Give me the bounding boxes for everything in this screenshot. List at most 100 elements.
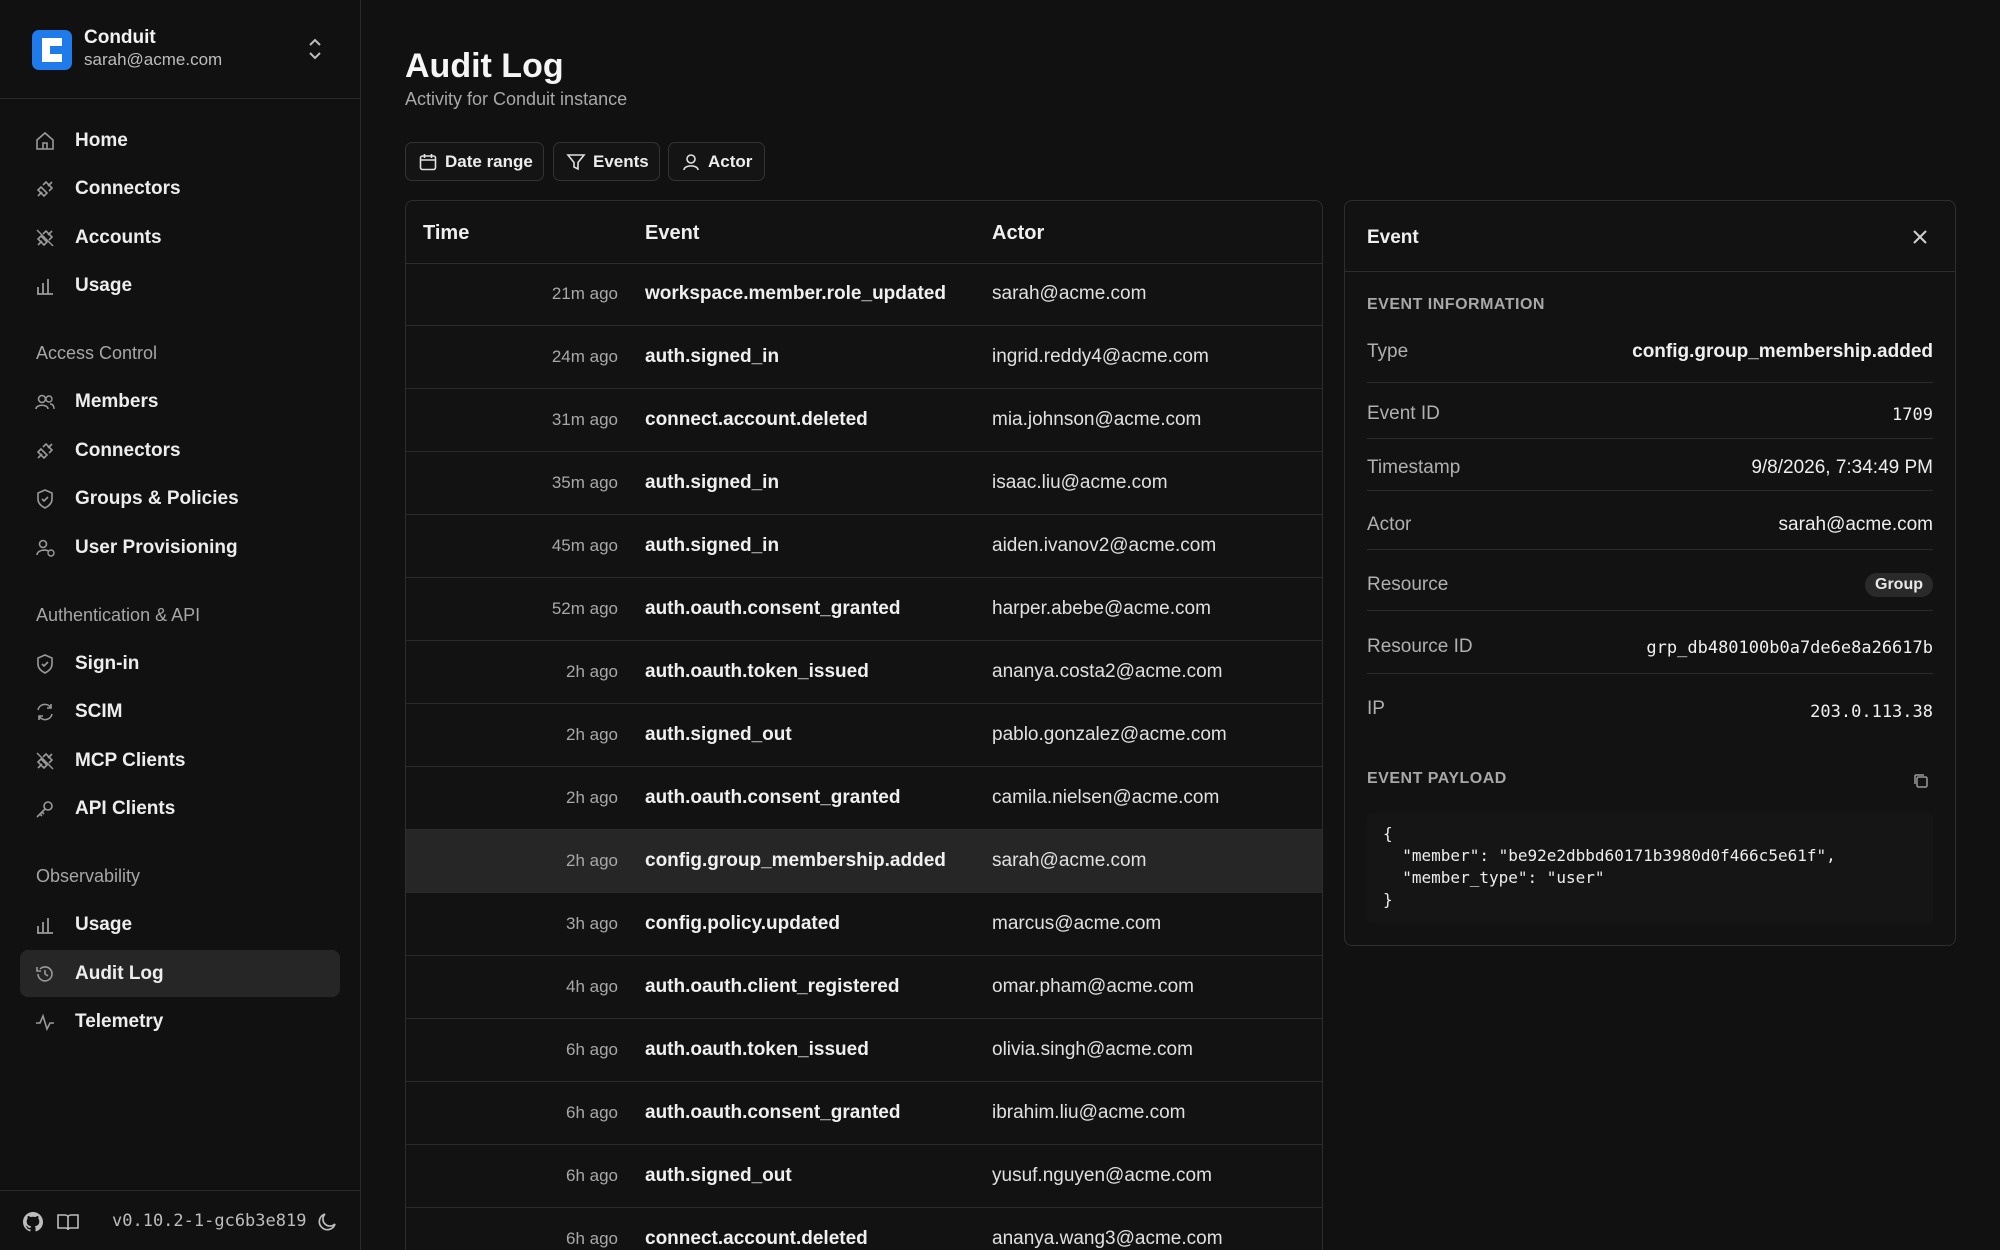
panel-title: Event (1367, 227, 1419, 248)
cell-time: 6h ago (566, 1229, 618, 1248)
sidebar-item-label: Usage (75, 914, 133, 935)
user-sync-icon (36, 539, 55, 557)
field-label: Type (1367, 341, 1409, 362)
resource-badge: Group (1865, 573, 1933, 597)
column-header-actor[interactable]: Actor (992, 222, 1044, 245)
field-value: 203.0.113.38 (1810, 702, 1933, 722)
table-row[interactable]: 31m ago connect.account.deleted mia.johnso… (406, 389, 1322, 452)
plug-icon (36, 752, 54, 770)
field-label: IP (1367, 698, 1385, 719)
field-event-id: Event ID 1709 (1367, 383, 1933, 439)
nav-section-auth-api: Authentication & API (36, 605, 201, 625)
sidebar-item-label: Sign-in (75, 653, 140, 674)
events-filter-button[interactable]: Events (553, 142, 660, 181)
table-row[interactable]: 4h ago auth.oauth.client_registered omar.p… (406, 956, 1322, 1019)
sidebar-item-scim[interactable]: SCIM (20, 688, 340, 735)
cell-actor: marcus@acme.com (992, 913, 1162, 934)
table-row[interactable]: 24m ago auth.signed_in ingrid.reddy4@acme.… (406, 326, 1322, 389)
sidebar-item-telemetry[interactable]: Telemetry (20, 998, 340, 1045)
sidebar-footer: v0.10.2-1-gc6b3e819 (0, 1190, 360, 1250)
date-range-filter-button[interactable]: Date range (405, 142, 544, 181)
table-row[interactable]: 6h ago connect.account.deleted ananya.wang… (406, 1208, 1322, 1250)
panel-header: Event (1345, 201, 1955, 272)
close-icon[interactable] (1908, 225, 1932, 249)
cell-time: 31m ago (551, 410, 618, 429)
sidebar-item-label: MCP Clients (75, 750, 186, 771)
table-row[interactable]: 45m ago auth.signed_in aiden.ivanov2@acme.… (406, 515, 1322, 578)
cell-time: 2h ago (566, 851, 618, 870)
table-row[interactable]: 21m ago workspace.member.role_updated sara… (406, 263, 1322, 326)
cell-actor: pablo.gonzalez@acme.com (992, 724, 1227, 745)
column-header-event[interactable]: Event (645, 222, 699, 245)
cell-event: auth.oauth.client_registered (645, 976, 900, 997)
sidebar-item-connectors-access[interactable]: Connectors (20, 427, 340, 474)
field-label: Resource (1367, 574, 1449, 595)
column-header-time[interactable]: Time (423, 222, 469, 245)
table-row[interactable]: 2h ago auth.oauth.token_issued ananya.cost… (406, 641, 1322, 704)
sidebar-item-label: Accounts (75, 227, 162, 248)
sidebar-item-label: Groups & Policies (75, 488, 239, 509)
copy-icon[interactable] (1911, 771, 1931, 791)
cell-time: 24m ago (551, 347, 618, 366)
event-detail-panel: Event EVENT INFORMATION Type config.grou… (1344, 200, 1956, 946)
nav-section-observability: Observability (36, 866, 141, 886)
sidebar-item-label: Connectors (75, 178, 181, 199)
cell-event: auth.oauth.token_issued (645, 661, 869, 682)
actor-filter-button[interactable]: Actor (668, 142, 765, 181)
sidebar-item-mcp-clients[interactable]: MCP Clients (20, 737, 340, 784)
page-title: Audit Log (405, 47, 564, 85)
cell-event: auth.signed_in (645, 346, 780, 367)
filter-icon (566, 154, 586, 171)
bar-chart-icon (37, 279, 53, 295)
sidebar-item-members[interactable]: Members (20, 378, 340, 425)
cell-actor: yusuf.nguyen@acme.com (992, 1165, 1212, 1186)
field-label: Resource ID (1367, 636, 1473, 657)
cell-time: 2h ago (566, 662, 618, 681)
users-icon (35, 394, 55, 410)
github-icon[interactable] (21, 1210, 45, 1234)
cell-time: 6h ago (566, 1040, 618, 1059)
field-actor: Actor sarah@acme.com (1367, 491, 1933, 550)
table-row[interactable]: 2h ago auth.oauth.consent_granted camila.n… (406, 767, 1322, 830)
sidebar-item-audit-log[interactable]: Audit Log (20, 950, 340, 997)
moon-icon[interactable] (315, 1210, 339, 1234)
table-row[interactable]: 52m ago auth.oauth.consent_granted harper.… (406, 578, 1322, 641)
table-row[interactable]: 2h ago config.group_membership.added sarah… (406, 830, 1322, 893)
cell-event: workspace.member.role_updated (645, 283, 946, 304)
sidebar-item-sign-in[interactable]: Sign-in (20, 640, 340, 687)
sidebar-item-api-clients[interactable]: API Clients (20, 785, 340, 832)
sidebar-item-usage[interactable]: Usage (20, 262, 340, 309)
table-row[interactable]: 6h ago auth.signed_out yusuf.nguyen@acme.c… (406, 1145, 1322, 1208)
table-row[interactable]: 6h ago auth.oauth.token_issued olivia.sing… (406, 1019, 1322, 1082)
sidebar-item-label: API Clients (75, 798, 176, 819)
sidebar-item-accounts[interactable]: Accounts (20, 214, 340, 261)
cell-event: connect.account.deleted (645, 1228, 868, 1249)
table-row[interactable]: 35m ago auth.signed_in isaac.liu@acme.com (406, 452, 1322, 515)
field-value: 1709 (1892, 405, 1933, 425)
sidebar-item-connectors[interactable]: Connectors (20, 165, 340, 212)
field-resource: Resource Group (1367, 550, 1933, 611)
table-row[interactable]: 2h ago auth.signed_out pablo.gonzalez@acme… (406, 704, 1322, 767)
book-icon[interactable] (56, 1210, 80, 1234)
cell-time: 21m ago (551, 284, 618, 303)
workspace-switcher[interactable]: Conduit sarah@acme.com (0, 0, 360, 99)
refresh-icon (37, 703, 53, 721)
sidebar-item-groups-policies[interactable]: Groups & Policies (20, 475, 340, 522)
page-subtitle: Activity for Conduit instance (405, 89, 628, 109)
cell-event: config.group_membership.added (645, 850, 946, 871)
sidebar-item-usage-obs[interactable]: Usage (20, 901, 340, 948)
cell-time: 3h ago (566, 914, 618, 933)
bar-chart-icon (37, 918, 53, 934)
cell-actor: olivia.singh@acme.com (992, 1039, 1193, 1060)
cell-actor: ananya.wang3@acme.com (992, 1228, 1223, 1249)
cell-event: auth.oauth.consent_granted (645, 787, 901, 808)
field-value: grp_db480100b0a7de6e8a26617b (1646, 638, 1933, 658)
user-icon (683, 154, 699, 171)
sidebar-item-home[interactable]: Home (20, 117, 340, 164)
cell-event: config.policy.updated (645, 913, 840, 934)
cell-actor: ibrahim.liu@acme.com (992, 1102, 1186, 1123)
table-row[interactable]: 3h ago config.policy.updated marcus@acme.c… (406, 893, 1322, 956)
field-value: sarah@acme.com (1778, 514, 1933, 535)
table-row[interactable]: 6h ago auth.oauth.consent_granted ibrahim.… (406, 1082, 1322, 1145)
sidebar-item-user-provisioning[interactable]: User Provisioning (20, 524, 340, 571)
